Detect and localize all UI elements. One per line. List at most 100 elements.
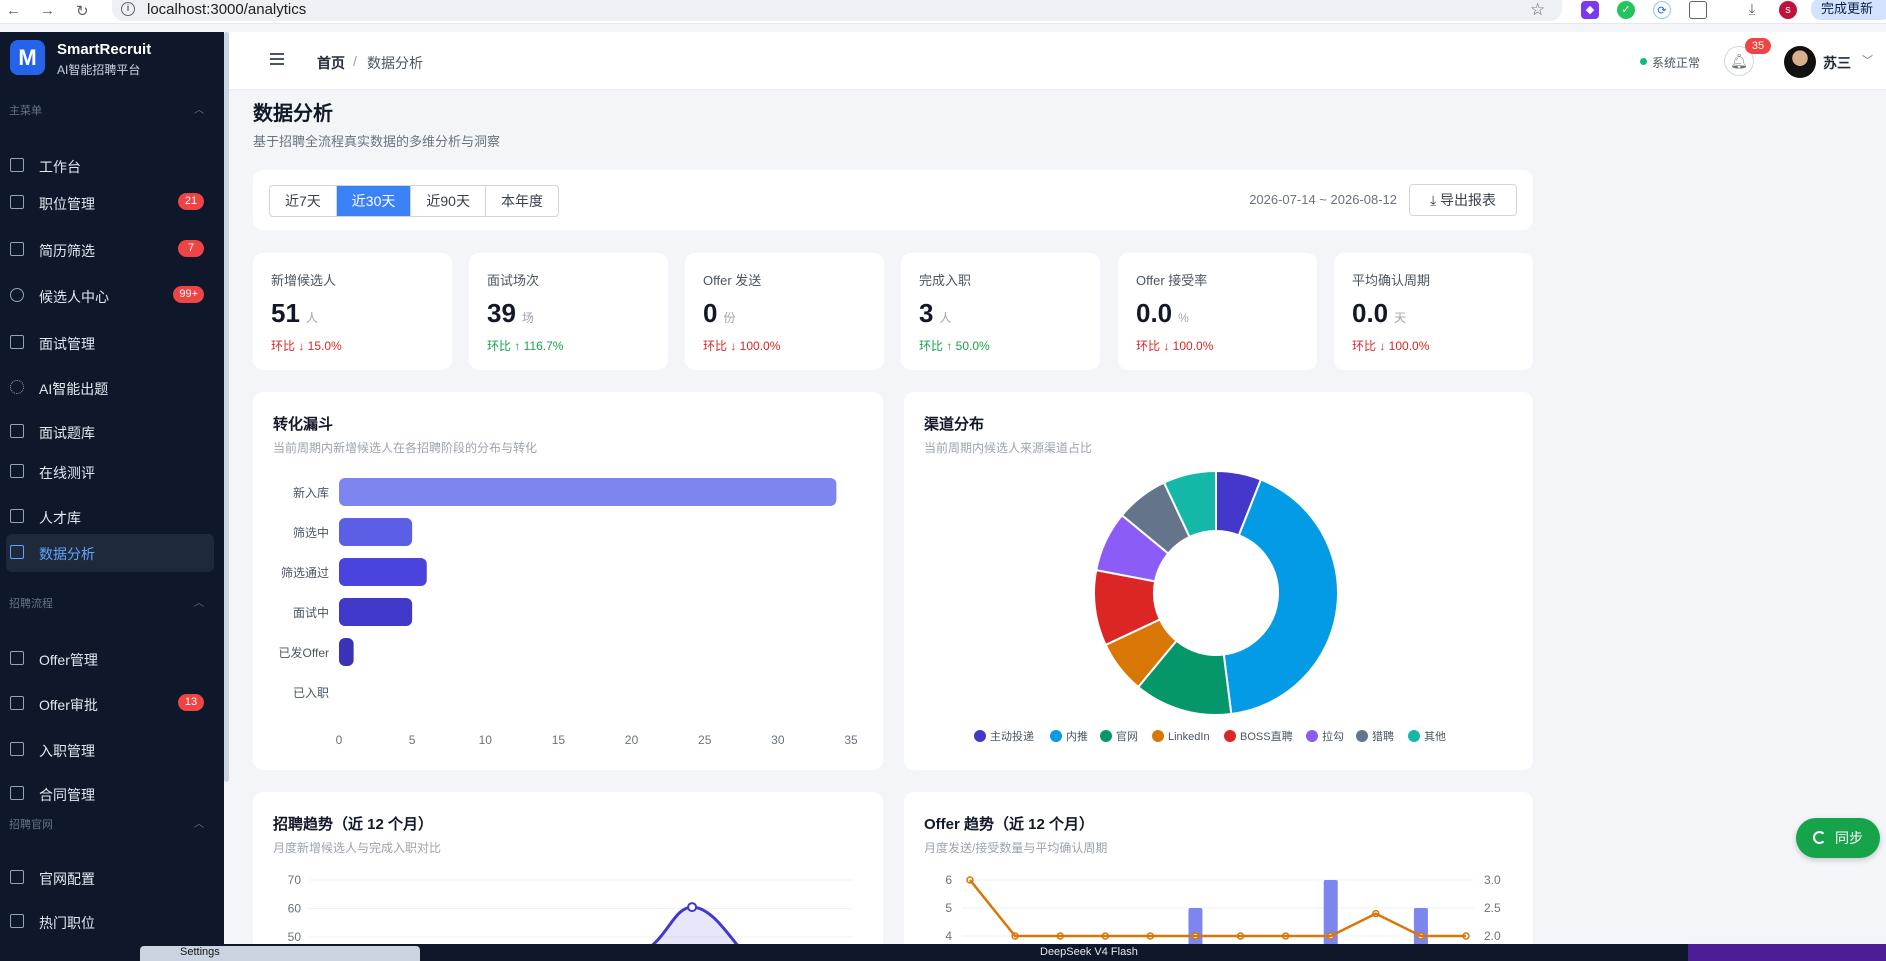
briefcase-icon	[10, 914, 24, 928]
sidebar-item-resume-screening[interactable]: 简历筛选 7	[6, 231, 214, 269]
sidebar-item-label: 面试题库	[39, 425, 95, 441]
sidebar-item-online-assessment[interactable]: 在线测评	[6, 453, 214, 491]
brand-name: SmartRecruit	[57, 41, 152, 58]
breadcrumb-home[interactable]: 首页	[317, 53, 345, 73]
taskbar-window-settings[interactable]: Settings	[140, 946, 420, 961]
sidebar-item-question-bank[interactable]: 面试题库	[6, 413, 214, 451]
system-status: 系统正常	[1652, 56, 1701, 70]
legend-label: BOSS直聘	[1240, 729, 1293, 743]
database-icon	[10, 509, 24, 523]
range-year[interactable]: 本年度	[486, 186, 558, 216]
back-icon[interactable]: ←	[6, 2, 21, 19]
section-label: 招聘流程	[9, 598, 53, 610]
sidebar-item-contracts[interactable]: 合同管理	[6, 775, 214, 813]
clipboard-icon	[10, 424, 24, 438]
legend-label: 官网	[1116, 729, 1138, 743]
sidebar-scrollbar[interactable]	[224, 32, 229, 782]
extension-sync-icon[interactable]: ⟳	[1653, 1, 1671, 19]
download-icon[interactable]: ⤓	[1743, 1, 1761, 19]
stat-label: 面试场次	[487, 273, 540, 288]
count-badge: 13	[178, 694, 204, 711]
extensions-puzzle-icon[interactable]	[1689, 1, 1707, 19]
video-icon	[10, 335, 24, 349]
document-icon	[10, 242, 24, 256]
stat-unit: 场	[521, 311, 534, 325]
sidebar-item-talent-pool[interactable]: 人才库	[6, 498, 214, 536]
x-tick-label: 15	[552, 733, 566, 747]
stat-unit: 人	[305, 311, 318, 325]
x-tick-label: 10	[479, 733, 493, 747]
stat-value: 39 场	[487, 298, 534, 329]
bookmark-star-icon[interactable]: ☆	[1530, 0, 1545, 20]
url-text[interactable]: localhost:3000/analytics	[147, 1, 306, 18]
category-label: 面试中	[293, 605, 329, 620]
profile-icon[interactable]: s	[1779, 1, 1797, 19]
sync-button[interactable]: 同步	[1796, 818, 1880, 858]
sidebar-item-offers[interactable]: Offer管理	[6, 640, 214, 678]
funnel-chart: 0 5 10 15 20 25 30 35 新入库筛选中筛选通过面试中已发Offer 已入职	[279, 478, 858, 747]
export-label: 导出报表	[1440, 192, 1497, 208]
update-button[interactable]: 完成更新	[1811, 0, 1886, 20]
range-90d[interactable]: 近90天	[411, 186, 486, 216]
user-name[interactable]: 苏三	[1823, 53, 1851, 73]
sidebar-item-hot-jobs[interactable]: 热门职位	[6, 903, 214, 941]
sidebar-item-offer-approval[interactable]: Offer审批 13	[6, 685, 214, 723]
y-tick-label-right: 2.0	[1484, 929, 1501, 943]
category-label: 新入库	[293, 485, 329, 500]
stat-label: Offer 发送	[703, 273, 762, 288]
legend-swatch	[1306, 730, 1318, 742]
recruit-trend-chart: 70 60 50	[288, 873, 853, 952]
avatar[interactable]	[1784, 46, 1816, 78]
channel-donut-chart: 主动投递 内推 官网 LinkedIn BOSS直聘 拉勾 猎聘 其他	[974, 469, 1446, 743]
sidebar-item-jobs[interactable]: 职位管理 21	[6, 184, 214, 222]
legend-swatch	[974, 730, 986, 742]
taskbar-window-deepseek[interactable]: DeepSeek V4 Flash	[1040, 946, 1138, 958]
legend-swatch	[1050, 730, 1062, 742]
x-tick-label: 5	[409, 733, 416, 747]
address-bar[interactable]	[112, 0, 1562, 21]
refresh-icon	[1813, 831, 1826, 844]
menu-toggle-icon[interactable]	[270, 53, 284, 65]
export-report-button[interactable]: ⤓ 导出报表	[1409, 184, 1517, 216]
page-title: 数据分析	[253, 103, 333, 125]
site-info-icon[interactable]: i	[121, 2, 135, 16]
filter-bar: 近7天 近30天 近90天 本年度 2026-07-14 ~ 2026-08-1…	[253, 170, 1533, 230]
stat-value: 51 人	[271, 298, 318, 329]
section-main-menu[interactable]: 主菜单 ︿	[9, 102, 204, 118]
section-career-site[interactable]: 招聘官网 ︿	[9, 816, 204, 832]
stat-label: Offer 接受率	[1136, 273, 1208, 288]
range-7d[interactable]: 近7天	[270, 186, 337, 216]
stat-value: 0份	[703, 298, 735, 329]
extension-icon[interactable]: ◆	[1581, 1, 1599, 19]
legend-label: 猎聘	[1372, 729, 1394, 743]
sidebar-item-candidates[interactable]: 候选人中心 99+	[6, 277, 214, 315]
briefcase-icon	[10, 195, 24, 209]
stat-label: 平均确认周期	[1352, 273, 1431, 288]
category-label: 已发Offer	[279, 645, 329, 660]
y-tick-label-left: 4	[945, 929, 952, 943]
funnel-panel: 转化漏斗 当前周期内新增候选人在各招聘阶段的分布与转化 0 5 10 15 20 25 30…	[253, 392, 883, 770]
sparkle-icon	[10, 380, 24, 394]
forward-icon[interactable]: →	[40, 2, 55, 19]
logo: M	[10, 40, 45, 75]
sidebar-item-interviews[interactable]: 面试管理	[6, 324, 214, 362]
stat-trend: 环比 ↓ 100.0%	[1136, 339, 1214, 353]
chevron-down-icon[interactable]: ﹀	[1862, 52, 1873, 68]
onboarding-icon	[10, 742, 24, 756]
stat-card-new-candidates: 新增候选人 51 人 环比 ↓ 15.0%	[253, 253, 452, 370]
y-tick-label: 50	[288, 930, 302, 944]
reload-icon[interactable]: ↻	[76, 2, 89, 20]
count-badge: 21	[178, 193, 204, 210]
legend-label: 拉勾	[1322, 729, 1344, 743]
sidebar-item-onboarding[interactable]: 入职管理	[6, 731, 214, 769]
sidebar-item-dashboard[interactable]: 工作台	[6, 147, 214, 185]
funnel-bar	[339, 598, 413, 626]
sidebar-item-ai-questions[interactable]: AI智能出题	[6, 369, 214, 407]
sidebar-item-site-config[interactable]: 官网配置	[6, 859, 214, 897]
extension-check-icon[interactable]: ✓	[1617, 1, 1635, 19]
sidebar-item-label: 职位管理	[39, 196, 95, 212]
sidebar-item-label: Offer审批	[39, 697, 98, 713]
sidebar-item-analytics[interactable]: 数据分析	[6, 534, 214, 572]
section-recruiting-flow[interactable]: 招聘流程 ︿	[9, 595, 204, 611]
range-30d[interactable]: 近30天	[336, 186, 412, 216]
